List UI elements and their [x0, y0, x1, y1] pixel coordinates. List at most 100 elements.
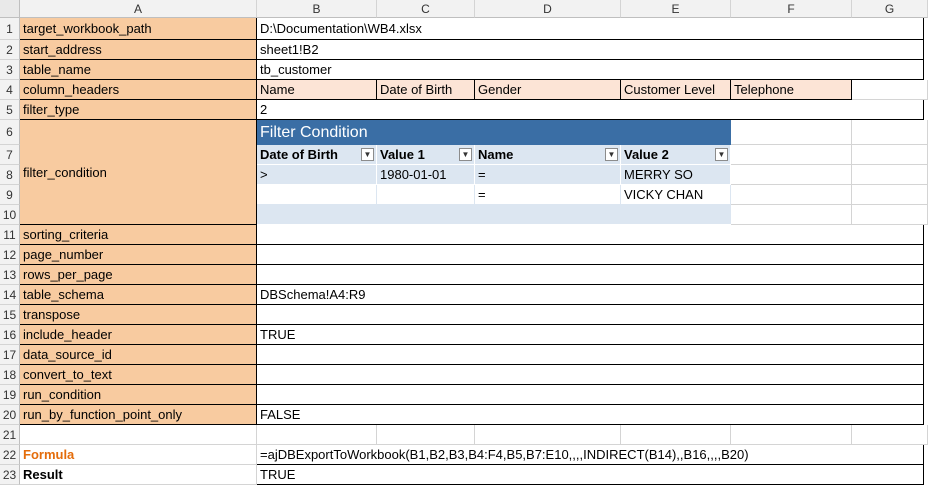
value-cell[interactable]: 2	[257, 100, 924, 120]
column-header-f[interactable]: F	[731, 0, 852, 18]
grid-cell[interactable]	[377, 425, 475, 445]
filter-cell[interactable]: =	[475, 185, 621, 205]
row-header[interactable]: 3	[0, 60, 20, 80]
label-cell[interactable]: table_schema	[20, 285, 257, 305]
label-cell[interactable]: column_headers	[20, 80, 257, 100]
row-header[interactable]: 20	[0, 405, 20, 425]
row-header[interactable]: 6	[0, 120, 20, 145]
filter-cell[interactable]: VICKY CHAN	[621, 185, 731, 205]
grid-cell[interactable]	[852, 185, 928, 205]
label-cell[interactable]: data_source_id	[20, 345, 257, 365]
value-cell[interactable]: DBSchema!A4:R9	[257, 285, 924, 305]
row-header[interactable]: 18	[0, 365, 20, 385]
grid-cell[interactable]	[852, 205, 928, 225]
filter-cell[interactable]: MERRY SO	[621, 165, 731, 185]
column-header-b[interactable]: B	[257, 0, 377, 18]
value-cell[interactable]	[257, 305, 924, 325]
column-header-c[interactable]: C	[377, 0, 475, 18]
row-header[interactable]: 5	[0, 100, 20, 120]
label-cell[interactable]: start_address	[20, 40, 257, 60]
row-header[interactable]: 23	[0, 465, 20, 485]
grid-cell[interactable]	[731, 120, 852, 145]
row-header[interactable]: 12	[0, 245, 20, 265]
row-header[interactable]: 15	[0, 305, 20, 325]
label-cell[interactable]: Formula	[20, 445, 257, 465]
label-cell[interactable]: convert_to_text	[20, 365, 257, 385]
column-header-cell[interactable]: Customer Level	[621, 80, 731, 100]
grid-cell[interactable]	[731, 145, 852, 165]
value-cell[interactable]: FALSE	[257, 405, 924, 425]
row-header[interactable]: 2	[0, 40, 20, 60]
label-cell[interactable]: filter_condition	[20, 120, 257, 225]
row-header[interactable]: 13	[0, 265, 20, 285]
row-header[interactable]: 14	[0, 285, 20, 305]
label-cell[interactable]: sorting_criteria	[20, 225, 257, 245]
filter-empty-row[interactable]	[257, 205, 731, 225]
row-header[interactable]: 4	[0, 80, 20, 100]
row-header[interactable]: 7	[0, 145, 20, 165]
value-cell[interactable]: TRUE	[257, 325, 924, 345]
label-cell[interactable]: filter_type	[20, 100, 257, 120]
column-header-cell[interactable]: Name	[257, 80, 377, 100]
row-header[interactable]: 8	[0, 165, 20, 185]
filter-dropdown-icon[interactable]: ▼	[605, 148, 618, 161]
label-cell[interactable]: rows_per_page	[20, 265, 257, 285]
filter-dropdown-icon[interactable]: ▼	[715, 148, 728, 161]
value-cell[interactable]	[257, 345, 924, 365]
label-cell[interactable]: page_number	[20, 245, 257, 265]
row-header[interactable]: 17	[0, 345, 20, 365]
grid-cell[interactable]	[731, 205, 852, 225]
value-cell[interactable]	[257, 425, 377, 445]
grid-cell[interactable]	[621, 425, 731, 445]
filter-cell[interactable]: 1980-01-01	[377, 165, 475, 185]
column-header-g[interactable]: G	[852, 0, 928, 18]
label-cell[interactable]: transpose	[20, 305, 257, 325]
row-header[interactable]: 19	[0, 385, 20, 405]
row-header[interactable]: 22	[0, 445, 20, 465]
value-cell[interactable]: =ajDBExportToWorkbook(B1,B2,B3,B4:F4,B5,…	[257, 445, 924, 465]
row-header[interactable]: 11	[0, 225, 20, 245]
column-header-cell[interactable]: Gender	[475, 80, 621, 100]
row-header[interactable]: 9	[0, 185, 20, 205]
column-header-cell[interactable]: Telephone	[731, 80, 852, 100]
grid-cell[interactable]	[731, 165, 852, 185]
label-cell[interactable]: Result	[20, 465, 257, 485]
grid-cell[interactable]	[852, 165, 928, 185]
column-header-d[interactable]: D	[475, 0, 621, 18]
row-header[interactable]: 1	[0, 18, 20, 40]
value-cell[interactable]: TRUE	[257, 465, 924, 485]
grid-cell[interactable]	[475, 425, 621, 445]
grid-cell[interactable]	[852, 80, 928, 100]
value-cell[interactable]: sheet1!B2	[257, 40, 924, 60]
column-header-a[interactable]: A	[20, 0, 257, 18]
label-cell[interactable]	[20, 425, 257, 445]
filter-table-header-name[interactable]: Name ▼	[475, 145, 621, 165]
grid-cell[interactable]	[852, 120, 928, 145]
value-cell[interactable]: D:\Documentation\WB4.xlsx	[257, 18, 924, 40]
value-cell[interactable]	[257, 245, 924, 265]
value-cell[interactable]	[257, 265, 924, 285]
grid-cell[interactable]	[852, 425, 928, 445]
filter-dropdown-icon[interactable]: ▼	[459, 148, 472, 161]
label-cell[interactable]: include_header	[20, 325, 257, 345]
label-cell[interactable]: run_condition	[20, 385, 257, 405]
row-header[interactable]: 10	[0, 205, 20, 225]
filter-cell[interactable]	[257, 185, 377, 205]
grid-cell[interactable]	[731, 185, 852, 205]
select-all-corner[interactable]	[0, 0, 20, 18]
row-header[interactable]: 16	[0, 325, 20, 345]
filter-cell[interactable]	[377, 185, 475, 205]
grid-cell[interactable]	[731, 425, 852, 445]
row-header[interactable]: 21	[0, 425, 20, 445]
filter-table-header-value1[interactable]: Value 1 ▼	[377, 145, 475, 165]
value-cell[interactable]	[257, 225, 924, 245]
filter-dropdown-icon[interactable]: ▼	[361, 148, 374, 161]
filter-cell[interactable]: >	[257, 165, 377, 185]
label-cell[interactable]: table_name	[20, 60, 257, 80]
label-cell[interactable]: target_workbook_path	[20, 18, 257, 40]
grid-cell[interactable]	[852, 145, 928, 165]
filter-table-header-value2[interactable]: Value 2 ▼	[621, 145, 731, 165]
label-cell[interactable]: run_by_function_point_only	[20, 405, 257, 425]
value-cell[interactable]	[257, 365, 924, 385]
filter-table-header-dob[interactable]: Date of Birth ▼	[257, 145, 377, 165]
